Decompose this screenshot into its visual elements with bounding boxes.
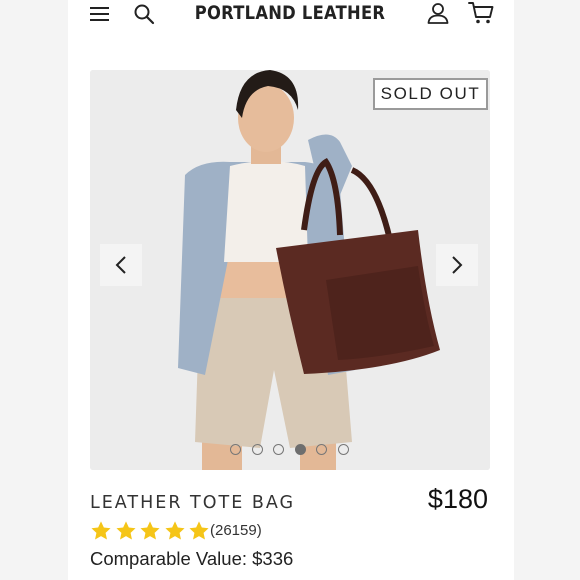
carousel-dot[interactable] [230, 444, 241, 455]
star-icon [115, 521, 136, 540]
star-icon [189, 521, 209, 540]
product-image-carousel[interactable]: SOLD OUT [90, 70, 490, 470]
shopping-cart-icon[interactable] [468, 1, 494, 25]
carousel-dot[interactable] [337, 444, 349, 455]
sold-out-badge: SOLD OUT [373, 78, 488, 110]
star-icon [140, 521, 160, 540]
star-rating [90, 520, 210, 542]
search-icon[interactable] [133, 3, 155, 25]
brand-logo[interactable]: PORTLAND LEATHER [194, 0, 387, 26]
comparable-value: Comparable Value: $336 [90, 548, 294, 569]
previous-image-button[interactable] [100, 244, 142, 286]
carousel-dots [230, 444, 350, 456]
chevron-left-icon [115, 256, 126, 274]
review-count[interactable]: (26159) [210, 520, 262, 542]
product-page: PORTLAND LEATHER SOLD OUT LEATHER TOTE B… [68, 0, 514, 580]
next-image-button[interactable] [436, 244, 478, 286]
product-price: $180 [427, 484, 488, 514]
carousel-dot[interactable] [251, 444, 263, 455]
carousel-dot[interactable] [273, 444, 284, 455]
chevron-right-icon [452, 256, 463, 274]
product-photo [90, 70, 490, 470]
site-header: PORTLAND LEATHER [68, 0, 514, 34]
carousel-dot[interactable] [294, 444, 306, 455]
hamburger-menu-icon[interactable] [90, 7, 109, 21]
star-icon [164, 521, 185, 540]
product-title: LEATHER TOTE BAG [90, 493, 296, 513]
star-icon [91, 521, 111, 540]
user-account-icon[interactable] [426, 1, 450, 25]
carousel-dot[interactable] [316, 444, 327, 455]
